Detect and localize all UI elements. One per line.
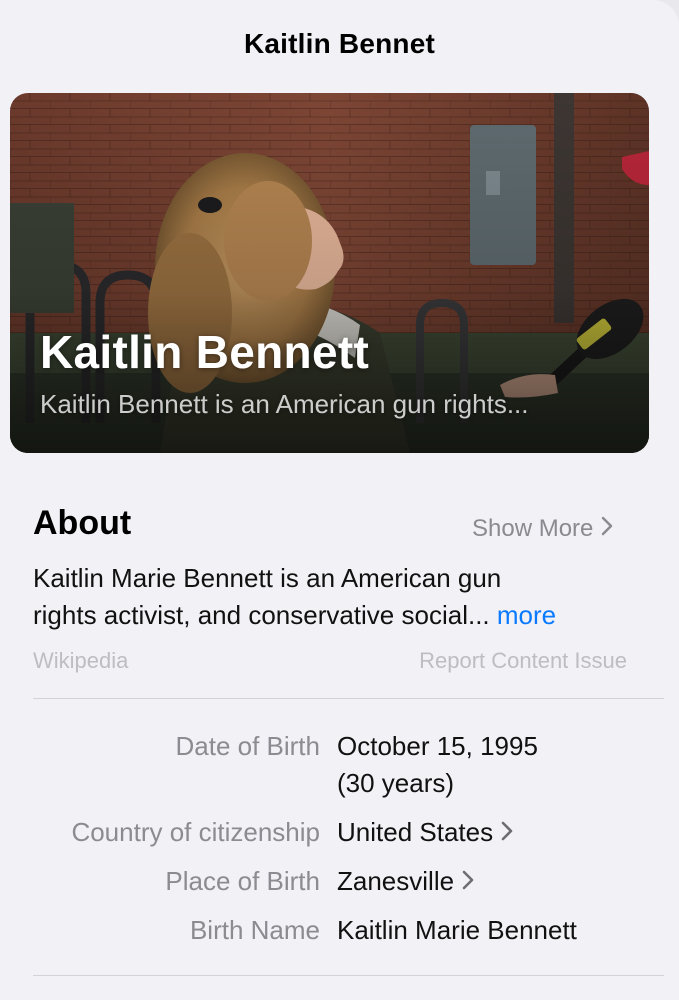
fact-value-text: Zanesville — [337, 866, 455, 896]
divider — [33, 975, 664, 976]
fact-value-line-1: October 15, 1995 — [337, 731, 538, 761]
about-text-line-2: rights activist, and conservative social… — [33, 597, 633, 634]
show-more-label: Show More — [472, 515, 594, 542]
fact-value-text: Kaitlin Marie Bennett — [337, 915, 577, 945]
fact-value: October 15, 1995 (30 years) — [337, 728, 538, 802]
chevron-right-icon — [462, 863, 474, 900]
fact-value-text: United States — [337, 817, 494, 847]
fact-label: Birth Name — [189, 915, 320, 945]
source-row: Wikipedia Report Content Issue — [33, 648, 627, 674]
divider — [33, 698, 664, 699]
chevron-right-icon — [501, 814, 513, 851]
fact-value[interactable]: United States — [337, 814, 513, 851]
hero-title: Kaitlin Bennett — [40, 326, 370, 378]
about-description: Kaitlin Marie Bennett is an American gun… — [33, 560, 633, 634]
fact-value[interactable]: Zanesville — [337, 863, 474, 900]
about-heading: About — [33, 504, 132, 542]
fact-label: Place of Birth — [165, 866, 320, 896]
knowledge-sheet: Kaitlin Bennet Kaitlin Bennett Kaitlin B… — [0, 0, 679, 1000]
about-text-line-2-text: rights activist, and conservative social… — [33, 600, 490, 630]
report-content-issue-link[interactable]: Report Content Issue — [419, 648, 627, 674]
hero-card[interactable]: Kaitlin Bennett Kaitlin Bennett is an Am… — [10, 93, 649, 453]
hero-subtitle: Kaitlin Bennett is an American gun right… — [40, 389, 529, 419]
page-title: Kaitlin Bennet — [243, 28, 436, 59]
source-link[interactable]: Wikipedia — [33, 648, 128, 674]
about-text-line-1: Kaitlin Marie Bennett is an American gun — [33, 563, 502, 593]
more-link[interactable]: more — [497, 600, 556, 630]
fact-value: Kaitlin Marie Bennett — [337, 912, 577, 949]
fact-label: Date of Birth — [175, 731, 320, 761]
fact-label: Country of citizenship — [71, 817, 320, 847]
chevron-right-icon — [601, 515, 613, 543]
show-more-button[interactable]: Show More — [472, 515, 613, 543]
fact-value-line-2: (30 years) — [337, 768, 455, 798]
